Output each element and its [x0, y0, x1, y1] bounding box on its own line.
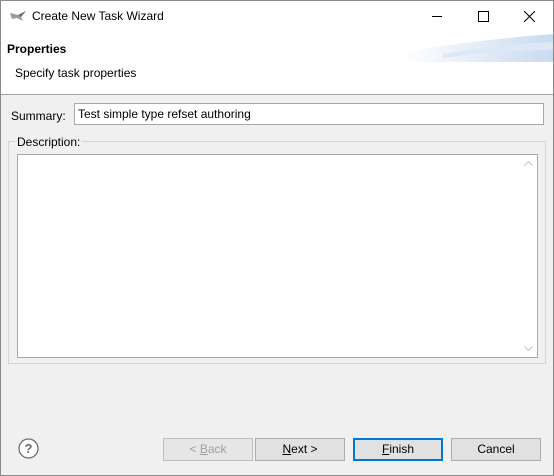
- finish-button[interactable]: Finish: [353, 438, 443, 461]
- window-title: Create New Task Wizard: [32, 9, 164, 23]
- page-title: Properties: [7, 42, 67, 56]
- back-rest: ack: [207, 442, 227, 456]
- close-button[interactable]: [507, 1, 553, 32]
- maximize-button[interactable]: [461, 1, 507, 32]
- next-button[interactable]: Next >: [255, 438, 345, 461]
- scroll-up-arrow-icon[interactable]: [524, 161, 533, 166]
- page-description: Specify task properties: [15, 66, 137, 80]
- back-button[interactable]: < Back: [163, 438, 253, 461]
- scroll-down-arrow-icon[interactable]: [524, 346, 533, 351]
- cancel-button[interactable]: Cancel: [451, 438, 541, 461]
- wizard-window: Create New Task Wizard Properties Specif…: [0, 0, 554, 476]
- vertical-scrollbar[interactable]: [520, 155, 537, 357]
- description-label: Description:: [15, 135, 83, 149]
- minimize-button[interactable]: [415, 1, 461, 32]
- svg-text:?: ?: [25, 441, 33, 456]
- next-mnemonic: N: [282, 442, 292, 456]
- minimize-icon: [432, 16, 442, 17]
- summary-label: Summary:: [11, 109, 66, 123]
- back-prefix: <: [189, 442, 200, 456]
- summary-input[interactable]: [74, 103, 544, 125]
- title-bar[interactable]: Create New Task Wizard: [1, 1, 553, 32]
- wizard-header: Properties Specify task properties: [1, 32, 553, 95]
- finish-rest: inish: [389, 442, 415, 456]
- help-icon[interactable]: ?: [18, 438, 39, 459]
- description-textarea[interactable]: [17, 154, 538, 358]
- app-icon: [10, 11, 26, 21]
- next-rest: ext >: [291, 442, 318, 456]
- close-icon: [524, 11, 535, 22]
- back-mnemonic: B: [199, 442, 208, 456]
- maximize-icon: [478, 11, 489, 22]
- banner-graphic: [403, 34, 553, 62]
